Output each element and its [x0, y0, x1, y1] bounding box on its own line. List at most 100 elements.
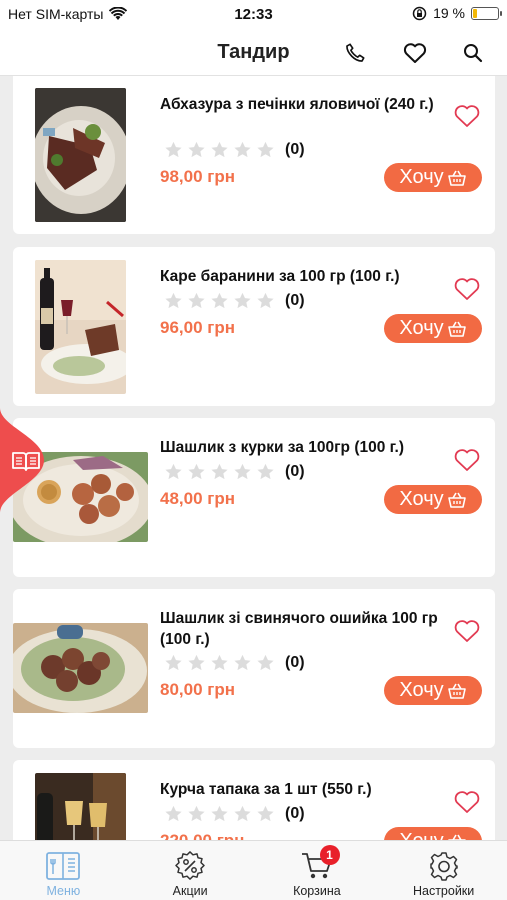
- basket-icon: [447, 492, 466, 508]
- product-card[interactable]: Шашлик зі свинячого ошийка 100 гр (100 г…: [13, 589, 495, 748]
- want-button[interactable]: Хочу: [384, 485, 482, 514]
- star-icon: [234, 292, 251, 309]
- rating-stars: (0): [164, 140, 305, 159]
- star-icon: [165, 141, 182, 158]
- product-name[interactable]: Шашлик з курки за 100гр (100 г.): [160, 437, 440, 458]
- star-icon: [188, 292, 205, 309]
- want-button-label: Хочу: [399, 679, 444, 701]
- phone-icon: [346, 43, 365, 62]
- tab-cart-label: Корзина: [293, 884, 341, 898]
- star-icon: [257, 292, 274, 309]
- star-icon: [165, 654, 182, 671]
- heart-outline-icon: [454, 449, 480, 471]
- favorite-button[interactable]: [453, 618, 481, 644]
- page-title: Тандир: [217, 41, 290, 63]
- heart-outline-icon: [454, 278, 480, 300]
- heart-outline-icon: [454, 105, 480, 127]
- want-button[interactable]: Хочу: [384, 827, 482, 840]
- product-name[interactable]: Курча тапака за 1 шт (550 г.): [160, 779, 440, 800]
- product-name[interactable]: Абхазура з печінки яловичої (240 г.): [160, 94, 440, 115]
- rating-stars: (0): [164, 291, 305, 310]
- product-name[interactable]: Шашлик зі свинячого ошийка 100 гр (100 г…: [160, 608, 440, 650]
- product-image[interactable]: [35, 88, 126, 222]
- want-button-label: Хочу: [399, 488, 444, 510]
- heart-outline-icon: [454, 620, 480, 642]
- star-icon: [211, 141, 228, 158]
- want-button[interactable]: Хочу: [384, 314, 482, 343]
- favorite-button[interactable]: [453, 447, 481, 473]
- product-name[interactable]: Каре баранини за 100 гр (100 г.): [160, 266, 440, 287]
- basket-icon: [447, 683, 466, 699]
- product-price: 96,00 грн: [160, 318, 235, 337]
- product-price: 220,00 грн: [160, 831, 244, 840]
- product-price: 98,00 грн: [160, 167, 235, 186]
- star-icon: [211, 463, 228, 480]
- star-icon: [257, 654, 274, 671]
- cart-count-badge: 1: [319, 845, 340, 865]
- basket-icon: [447, 834, 466, 840]
- percent-badge-icon: [175, 851, 205, 880]
- tab-settings[interactable]: Настройки: [380, 841, 507, 900]
- star-icon: [211, 292, 228, 309]
- want-button[interactable]: Хочу: [384, 676, 482, 705]
- star-icon: [188, 805, 205, 822]
- product-price: 80,00 грн: [160, 680, 235, 699]
- rating-stars: (0): [164, 804, 305, 823]
- want-button[interactable]: Хочу: [384, 163, 482, 192]
- product-card[interactable]: Курча тапака за 1 шт (550 г.) (0) 220,00…: [13, 760, 495, 840]
- review-count: (0): [285, 653, 305, 671]
- heart-outline-icon: [454, 791, 480, 813]
- product-card[interactable]: Абхазура з печінки яловичої (240 г.) (0)…: [13, 76, 495, 234]
- product-image[interactable]: [13, 623, 148, 713]
- status-bar: Нет SIM-карты 12:33 19 %: [0, 0, 507, 30]
- want-button-label: Хочу: [399, 830, 443, 840]
- star-icon: [211, 654, 228, 671]
- tab-cart[interactable]: 1 Корзина: [254, 841, 381, 900]
- want-button-label: Хочу: [399, 166, 444, 188]
- product-image[interactable]: [35, 773, 126, 840]
- star-icon: [257, 805, 274, 822]
- orientation-lock-icon: [412, 6, 427, 20]
- review-count: (0): [285, 462, 305, 480]
- favorite-button[interactable]: [453, 276, 481, 302]
- call-button[interactable]: [342, 40, 368, 66]
- star-icon: [165, 805, 182, 822]
- star-icon: [234, 805, 251, 822]
- product-list[interactable]: Абхазура з печінки яловичої (240 г.) (0)…: [0, 76, 507, 840]
- menu-side-tab[interactable]: [0, 408, 44, 513]
- rating-stars: (0): [164, 653, 305, 672]
- battery-icon: [471, 6, 502, 20]
- favorite-button[interactable]: [453, 103, 481, 129]
- product-card[interactable]: Каре баранини за 100 гр (100 г.) (0) 96,…: [13, 247, 495, 406]
- review-count: (0): [285, 140, 305, 158]
- heart-icon: [403, 43, 427, 63]
- gear-icon: [429, 852, 458, 881]
- tab-promos[interactable]: Акции: [127, 841, 254, 900]
- search-button[interactable]: [460, 40, 486, 66]
- star-icon: [188, 463, 205, 480]
- star-icon: [188, 654, 205, 671]
- tab-menu[interactable]: Меню: [0, 841, 127, 900]
- review-count: (0): [285, 804, 305, 822]
- product-price: 48,00 грн: [160, 489, 235, 508]
- product-image[interactable]: [35, 260, 126, 394]
- favorite-button[interactable]: [453, 789, 481, 815]
- battery-percent: 19 %: [433, 5, 465, 21]
- star-icon: [257, 463, 274, 480]
- status-right: 19 %: [412, 5, 502, 21]
- search-icon: [464, 44, 483, 63]
- favorites-button[interactable]: [402, 40, 428, 66]
- star-icon: [234, 141, 251, 158]
- want-button-label: Хочу: [399, 317, 444, 339]
- battery-level: [473, 8, 477, 18]
- star-icon: [165, 463, 182, 480]
- star-icon: [234, 463, 251, 480]
- basket-icon: [447, 321, 466, 337]
- star-icon: [211, 805, 228, 822]
- basket-icon: [447, 170, 466, 186]
- star-icon: [257, 141, 274, 158]
- star-icon: [234, 654, 251, 671]
- tab-settings-label: Настройки: [412, 884, 475, 898]
- open-book-icon: [12, 452, 40, 471]
- product-card[interactable]: Шашлик з курки за 100гр (100 г.) (0) 48,…: [13, 418, 495, 577]
